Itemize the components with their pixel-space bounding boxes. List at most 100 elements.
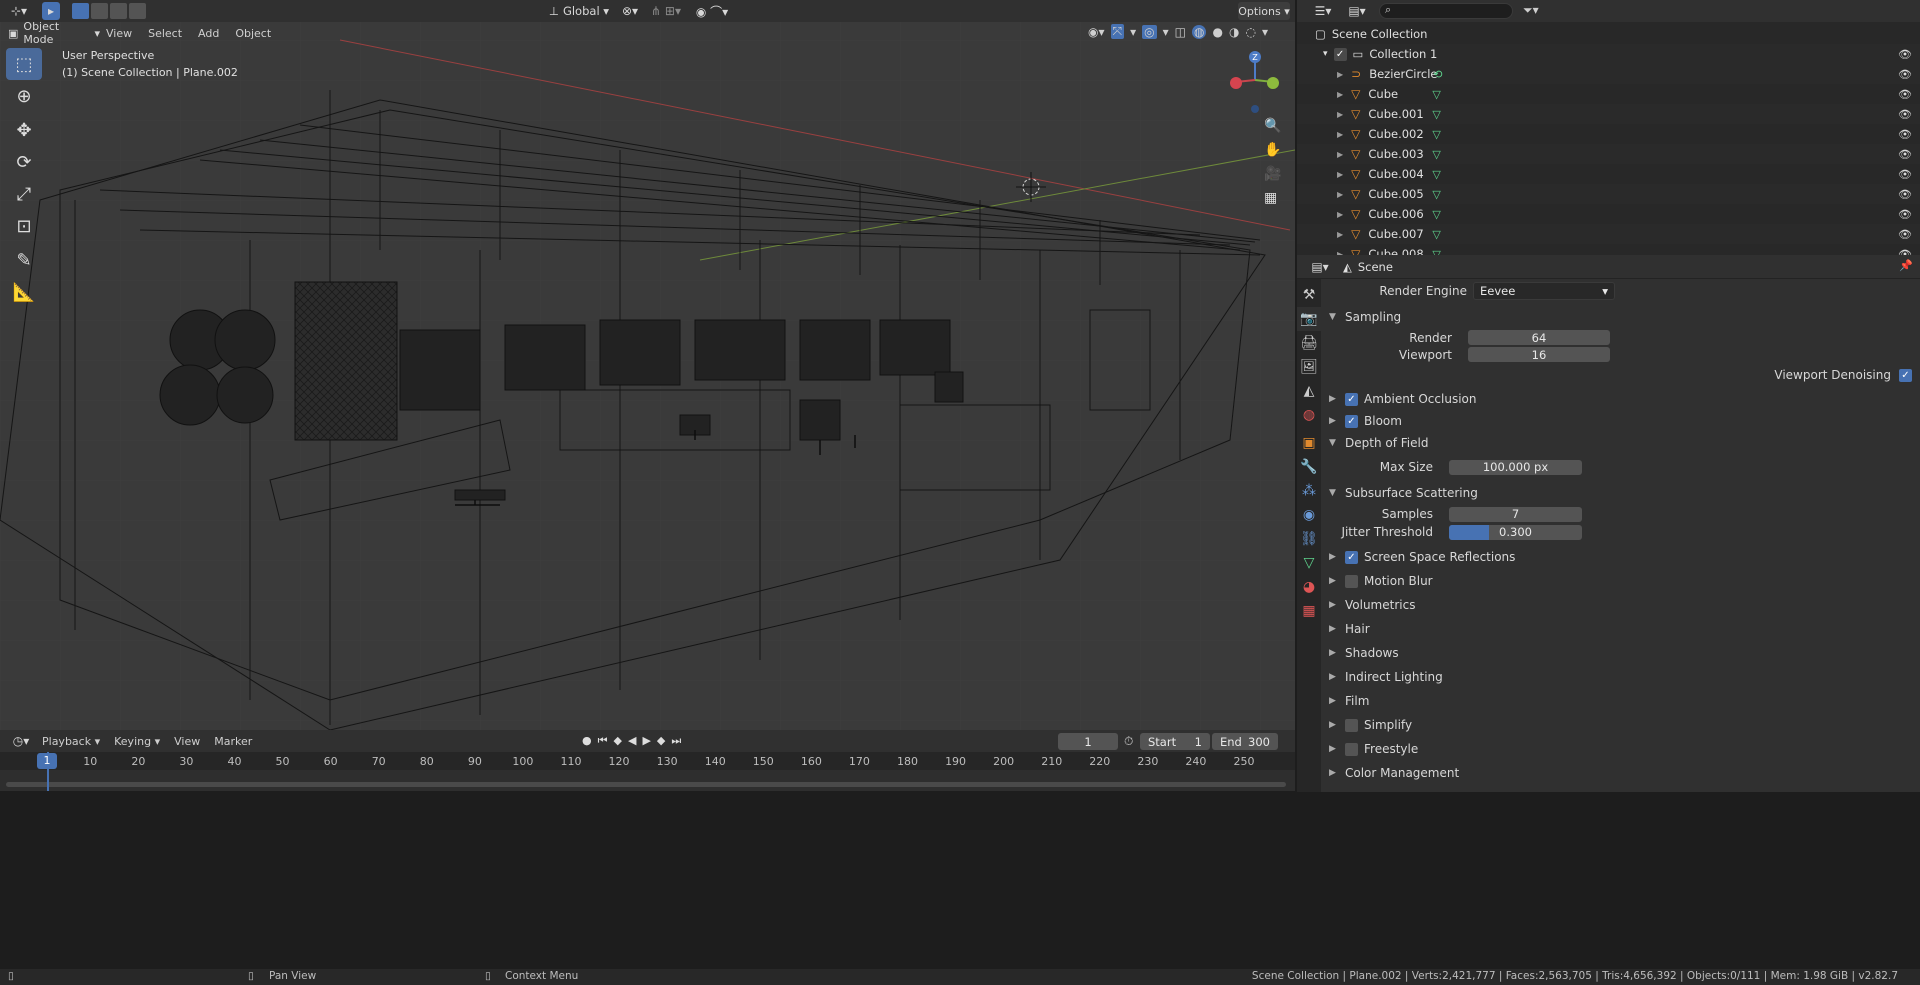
- modifier-tab-icon[interactable]: 🔧: [1297, 455, 1321, 479]
- color-management-panel-header[interactable]: ▶ Color Management: [1323, 761, 1920, 785]
- material-tab-icon[interactable]: ◕: [1297, 575, 1321, 599]
- sss-panel-header[interactable]: ▼ Subsurface Scattering: [1323, 481, 1920, 505]
- viewport-denoising-checkbox[interactable]: ✓: [1899, 368, 1912, 382]
- menu-select[interactable]: Select: [148, 27, 182, 40]
- outliner-item[interactable]: ▶ ▽ Cube.006 ▽ 👁: [1297, 204, 1920, 224]
- select-mode-buttons[interactable]: [72, 3, 152, 19]
- expand-icon[interactable]: ▶: [1337, 90, 1343, 99]
- view-layer-tab-icon[interactable]: 🖼: [1297, 355, 1321, 379]
- end-frame-field[interactable]: End 300: [1212, 733, 1278, 750]
- outliner-search-input[interactable]: [1379, 3, 1513, 19]
- display-mode-dropdown[interactable]: ▤▾: [1345, 3, 1369, 19]
- zoom-icon[interactable]: 🔍: [1264, 118, 1281, 134]
- bloom-panel-header[interactable]: ▶ ✓ Bloom: [1323, 411, 1920, 431]
- scale-tool[interactable]: ⤢: [6, 178, 42, 210]
- ao-checkbox[interactable]: ✓: [1345, 392, 1358, 406]
- motion-blur-panel-header[interactable]: ▶ Motion Blur: [1323, 569, 1920, 593]
- eye-icon[interactable]: 👁: [1898, 148, 1912, 161]
- collection-checkbox[interactable]: ✓: [1333, 47, 1347, 61]
- menu-keying[interactable]: Keying ▾: [114, 735, 160, 748]
- menu-view[interactable]: View: [106, 27, 132, 40]
- render-engine-dropdown[interactable]: Eevee ▾: [1473, 282, 1615, 300]
- overlay-toggle-icon[interactable]: ◎: [1142, 24, 1157, 39]
- rendered-shading-icon[interactable]: ◌: [1245, 25, 1255, 39]
- mode-extend-icon[interactable]: [91, 3, 108, 19]
- jitter-threshold-slider[interactable]: 0.300: [1449, 524, 1582, 540]
- snap-toggle[interactable]: ⋔ ⊞▾: [646, 2, 686, 20]
- ssr-panel-header[interactable]: ▶ ✓ Screen Space Reflections: [1323, 545, 1920, 569]
- menu-marker[interactable]: Marker: [214, 735, 252, 748]
- jump-end-icon[interactable]: ⏭: [671, 734, 681, 748]
- visibility-icon[interactable]: ◉▾: [1088, 25, 1105, 39]
- prev-key-icon[interactable]: ◆: [614, 734, 622, 748]
- shadows-panel-header[interactable]: ▶ Shadows: [1323, 641, 1920, 665]
- sss-samples-field[interactable]: 7: [1449, 506, 1582, 522]
- film-panel-header[interactable]: ▶ Film: [1323, 689, 1920, 713]
- eye-icon[interactable]: 👁: [1898, 48, 1912, 61]
- expand-icon[interactable]: ▶: [1337, 130, 1343, 139]
- measure-tool[interactable]: 📐: [6, 276, 42, 308]
- eye-icon[interactable]: 👁: [1898, 168, 1912, 181]
- xray-icon[interactable]: ◫: [1175, 25, 1186, 39]
- menu-view[interactable]: View: [174, 735, 200, 748]
- simplify-checkbox[interactable]: [1345, 718, 1358, 732]
- proportional-edit[interactable]: ◉ ⌒▾: [692, 2, 732, 20]
- menu-playback[interactable]: Playback ▾: [42, 735, 100, 748]
- dof-panel-header[interactable]: ▼ Depth of Field: [1323, 431, 1920, 455]
- indirect-lighting-panel-header[interactable]: ▶ Indirect Lighting: [1323, 665, 1920, 689]
- eye-icon[interactable]: 👁: [1898, 68, 1912, 81]
- eye-icon[interactable]: 👁: [1898, 188, 1912, 201]
- constraint-tab-icon[interactable]: ⛓: [1297, 527, 1321, 551]
- grid-icon[interactable]: ▦: [1264, 190, 1281, 206]
- record-icon[interactable]: ●: [582, 734, 592, 748]
- outliner-item[interactable]: ▶ ▽ Cube.004 ▽ 👁: [1297, 164, 1920, 184]
- orientation-dropdown[interactable]: ⊥ Global ▾: [546, 2, 612, 20]
- scene-collection-row[interactable]: ▢ Scene Collection: [1297, 24, 1920, 44]
- expand-icon[interactable]: ▶: [1337, 70, 1343, 79]
- outliner-editor-type[interactable]: ☰▾: [1311, 3, 1335, 19]
- pivot-dropdown[interactable]: ⊗▾: [617, 2, 643, 20]
- mode-invert-icon[interactable]: [129, 3, 146, 19]
- render-tab-icon[interactable]: 📷: [1297, 307, 1321, 331]
- ao-panel-header[interactable]: ▶ ✓ Ambient Occlusion: [1323, 387, 1920, 411]
- play-reverse-icon[interactable]: ◀: [628, 734, 636, 748]
- expand-icon[interactable]: ▶: [1337, 230, 1343, 239]
- jump-start-icon[interactable]: ⏮: [598, 734, 608, 748]
- timeline-scrollbar[interactable]: [6, 782, 1286, 787]
- eye-icon[interactable]: 👁: [1898, 228, 1912, 241]
- volumetrics-panel-header[interactable]: ▶ Volumetrics: [1323, 593, 1920, 617]
- mode-subtract-icon[interactable]: [110, 3, 127, 19]
- move-tool[interactable]: ✥: [6, 114, 42, 146]
- tool-tab-icon[interactable]: ⚒: [1297, 283, 1321, 307]
- bloom-checkbox[interactable]: ✓: [1345, 414, 1358, 428]
- start-frame-field[interactable]: Start 1: [1140, 733, 1210, 750]
- collection-row[interactable]: ▾ ✓ ▭ Collection 1 👁: [1297, 44, 1920, 64]
- navigation-gizmo[interactable]: Z: [1225, 50, 1285, 116]
- camera-icon[interactable]: 🎥: [1264, 166, 1281, 182]
- world-tab-icon[interactable]: ◍: [1297, 403, 1321, 427]
- ssr-checkbox[interactable]: ✓: [1345, 550, 1358, 564]
- motion-blur-checkbox[interactable]: [1345, 574, 1358, 588]
- output-tab-icon[interactable]: 🖨: [1297, 331, 1321, 355]
- outliner-item[interactable]: ▶ ▽ Cube.003 ▽ 👁: [1297, 144, 1920, 164]
- simplify-panel-header[interactable]: ▶ Simplify: [1323, 713, 1920, 737]
- hand-icon[interactable]: ✋: [1264, 142, 1281, 158]
- filter-icon[interactable]: ⏷▾: [1523, 3, 1539, 18]
- transform-tool[interactable]: ⊡: [6, 210, 42, 242]
- options-dropdown[interactable]: Options ▾: [1238, 2, 1290, 20]
- material-shading-icon[interactable]: ◑: [1229, 25, 1239, 39]
- select-tool-button[interactable]: ▸: [42, 2, 60, 20]
- outliner-item[interactable]: ▶ ▽ Cube ▽ 👁: [1297, 84, 1920, 104]
- next-key-icon[interactable]: ◆: [657, 734, 665, 748]
- outliner-item[interactable]: ▶ ▽ Cube.005 ▽ 👁: [1297, 184, 1920, 204]
- solid-shading-icon[interactable]: ●: [1212, 25, 1222, 39]
- select-box-tool[interactable]: ⬚: [6, 48, 42, 80]
- outliner-item[interactable]: ▶ ▽ Cube.001 ▽ 👁: [1297, 104, 1920, 124]
- particles-tab-icon[interactable]: ⁂: [1297, 479, 1321, 503]
- freestyle-checkbox[interactable]: [1345, 742, 1358, 756]
- properties-editor-type[interactable]: ▤▾: [1307, 259, 1333, 275]
- wireframe-shading-icon[interactable]: ◍: [1192, 24, 1207, 39]
- cursor-tool[interactable]: ⊕: [6, 80, 42, 112]
- mode-dropdown[interactable]: ▣ Object Mode ▾: [8, 20, 100, 46]
- eye-icon[interactable]: 👁: [1898, 208, 1912, 221]
